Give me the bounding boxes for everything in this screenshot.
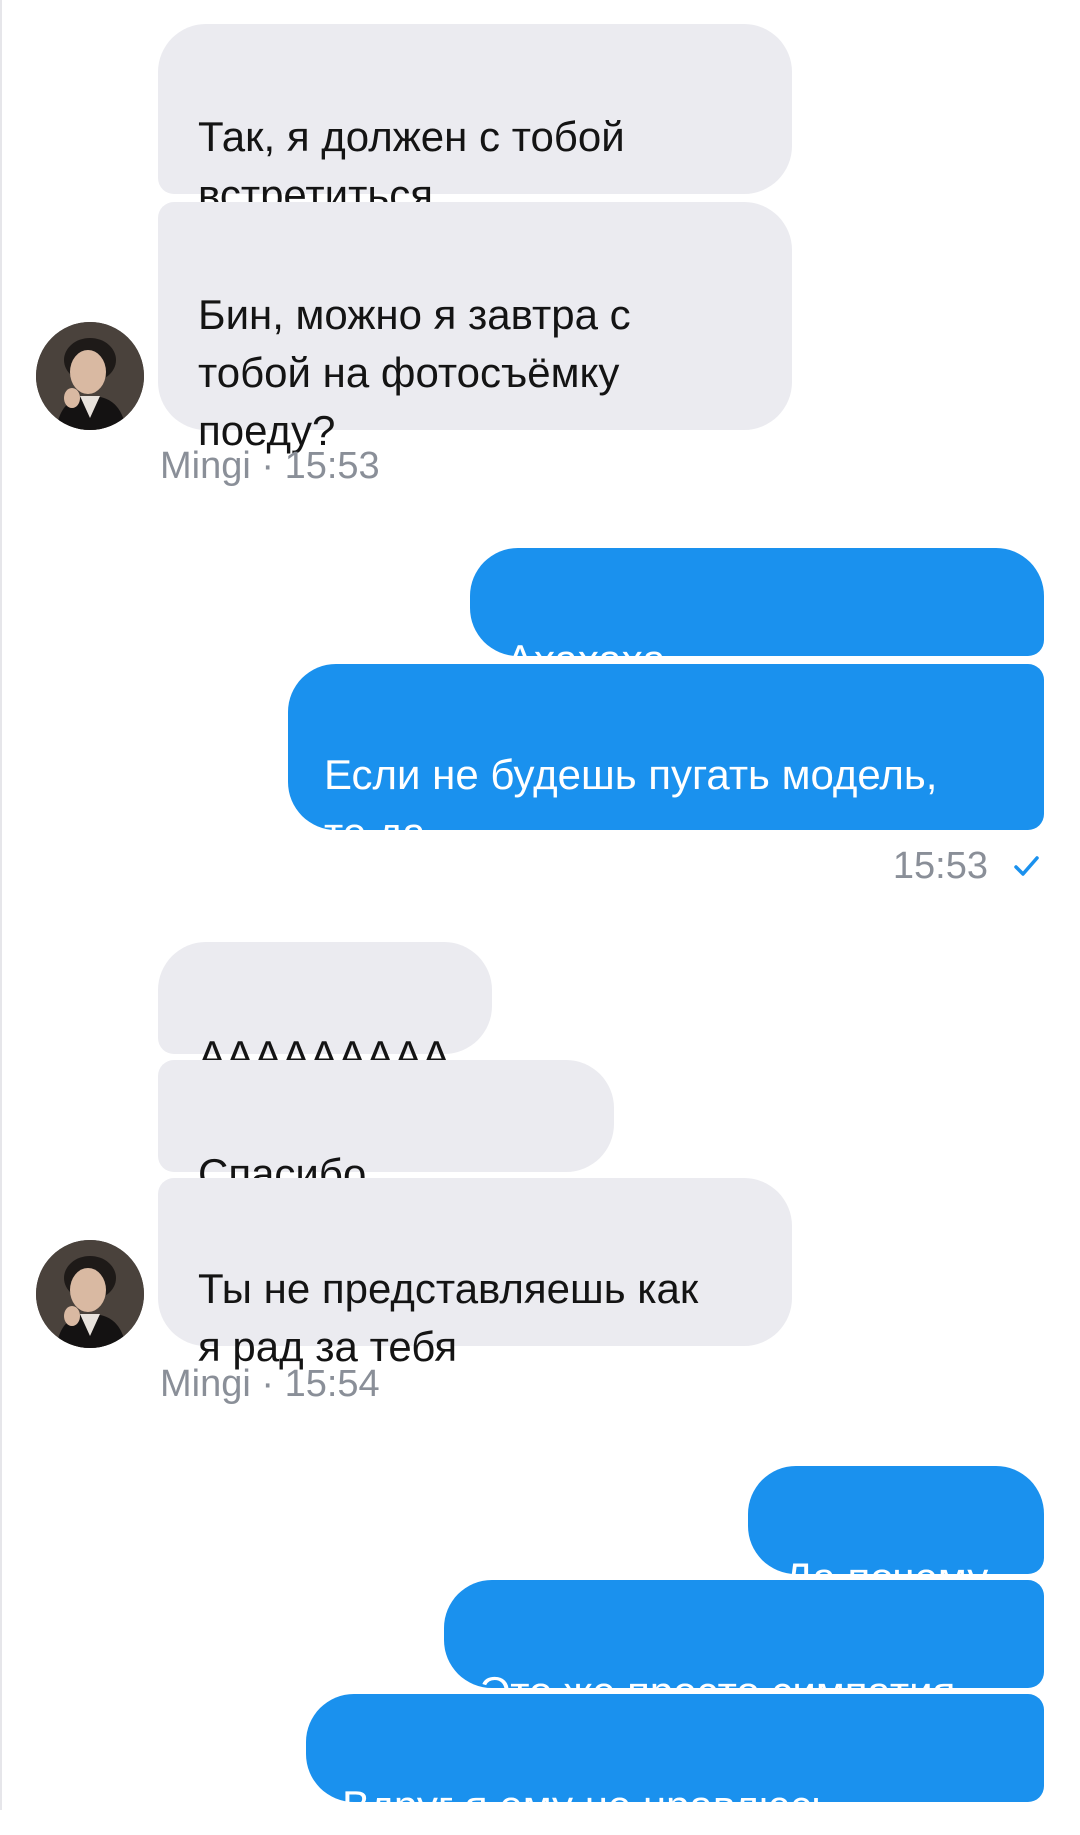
message-text: Вдруг я ему не нравлюсь [342,1782,834,1829]
message-text: Если не будешь пугать модель, то да [324,751,938,856]
outgoing-message-bubble[interactable]: Ахахаха [470,548,1044,683]
incoming-message-bubble[interactable]: Ты не представляешь как я рад за тебя [158,1178,792,1370]
incoming-message-bubble[interactable]: Так, я должен с тобой встретиться [158,24,792,218]
incoming-message-bubble[interactable]: АААААААAA [158,942,492,1079]
message-text: Ты не представляешь как я рад за тебя [198,1265,699,1370]
outgoing-message-bubble[interactable]: Вдруг я ему не нравлюсь [306,1694,1044,1829]
avatar-photo-icon [36,1240,144,1348]
message-text: Бин, можно я завтра с тобой на фотосъёмк… [198,291,631,454]
check-icon [1014,856,1039,876]
message-time: 15:53 [892,845,988,887]
message-meta: Mingi · 15:53 [160,445,380,487]
sender-avatar[interactable] [36,322,144,430]
sender-avatar[interactable] [36,1240,144,1348]
avatar-photo-icon [36,322,144,430]
outgoing-message-bubble[interactable]: Это же просто симпатия [444,1580,1044,1715]
incoming-message-bubble[interactable]: Спасибо [158,1060,614,1197]
left-edge-divider [0,0,2,1810]
outgoing-message-bubble[interactable]: Да почему [748,1466,1044,1601]
incoming-message-bubble[interactable]: Бин, можно я завтра с тобой на фотосъёмк… [158,202,792,454]
message-meta: Mingi · 15:54 [160,1363,380,1405]
outgoing-message-bubble[interactable]: Если не будешь пугать модель, то да [288,664,1044,856]
